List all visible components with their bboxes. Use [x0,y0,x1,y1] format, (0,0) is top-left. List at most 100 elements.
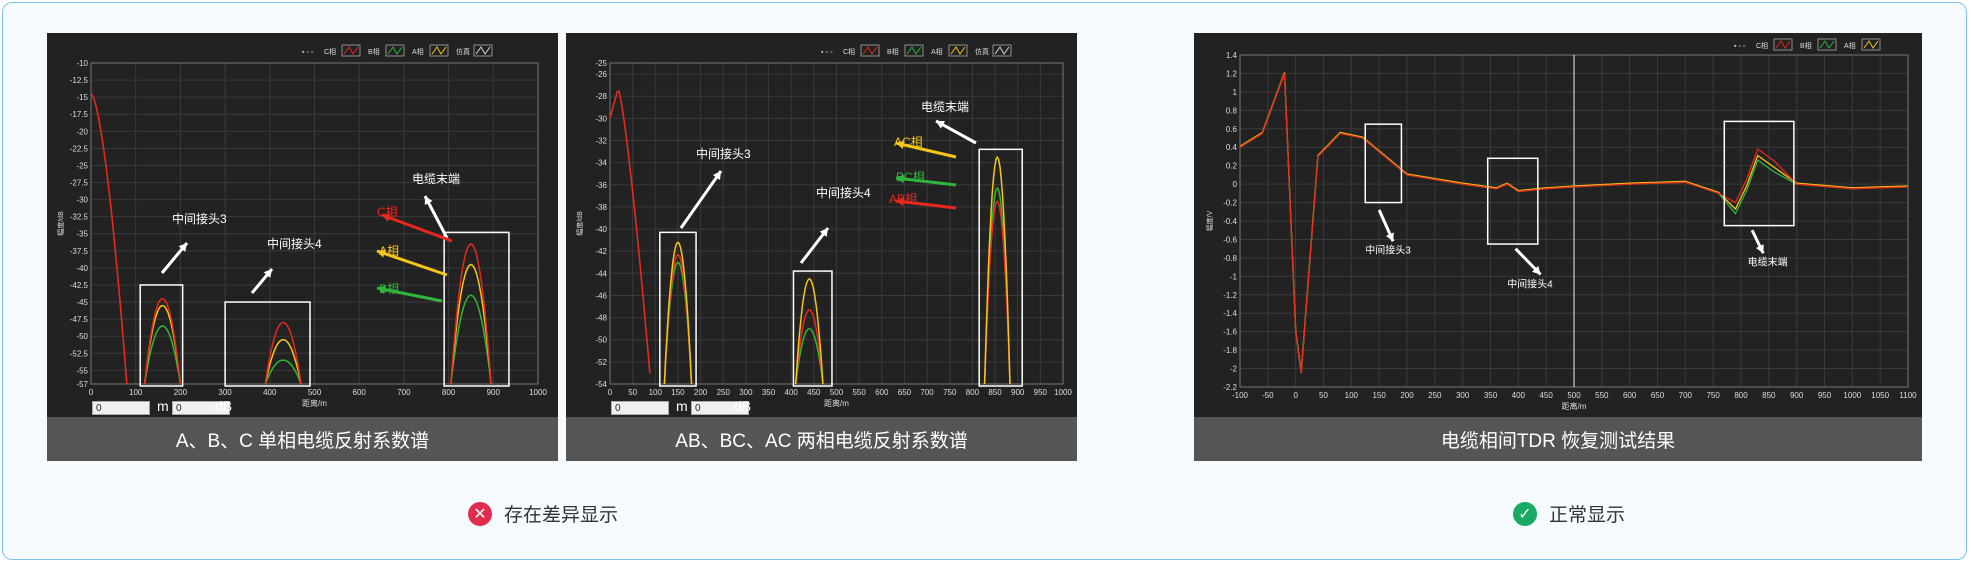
y-tick-label: -55 [76,366,88,375]
y-tick-label: -1.4 [1223,309,1237,318]
annotation-label: 电缆末端 [1748,255,1788,268]
y-tick-label: -37.5 [70,247,89,256]
y-tick-label: -20 [76,127,88,136]
x-tick-label: -100 [1232,391,1249,400]
x-tick-label: 950 [1818,391,1832,400]
y-tick-label: -0.4 [1223,217,1237,226]
x-tick-label: 350 [762,388,776,397]
x-tick-label: 800 [966,388,980,397]
x-tick-label: 600 [353,388,367,397]
distance-input[interactable]: 0 [611,401,669,415]
x-tick-label: 700 [397,388,411,397]
series-decay [609,90,651,374]
x-tick-label: 350 [1484,391,1498,400]
x-tick-label: 300 [1456,391,1470,400]
y-tick-label: -54 [595,380,607,389]
y-tick-label: -1.2 [1223,291,1237,300]
y-tick-label: -26 [595,70,607,79]
annotation-label: A相 [379,244,399,258]
annotation-label: AC相 [894,135,923,149]
annotation-label: C相 [377,205,398,219]
y-tick-label: -44 [595,269,607,278]
x-tick-label: 100 [649,388,663,397]
caption-tdr: 电缆相间TDR 恢复测试结果 [1194,417,1922,461]
x-tick-label: 900 [1790,391,1804,400]
legend-line [431,46,447,55]
legend-dots: ▪ ▫ ▫ [1734,43,1745,50]
y-tick-label: -2 [1230,365,1238,374]
x-tick-label: 250 [717,388,731,397]
legend-label: B相 [1800,41,1812,50]
y-tick-label: 1.4 [1226,51,1238,60]
chart-panel-two-phase: 0 50 100 150 200 250 300 350 400 450 500 550 600 650 7… [566,33,1077,417]
x-tick-label: 150 [1372,391,1386,400]
legend-line [343,46,359,55]
annotation-label: 中间接头4 [267,236,322,251]
y-tick-label: -35 [76,230,88,239]
y-tick-label: -22.5 [70,144,89,153]
x-tick-label: 750 [943,388,957,397]
series-peak-B [143,325,182,385]
x-tick-label: 200 [1400,391,1414,400]
x-tick-label: 700 [1679,391,1693,400]
y-tick-label: 1.2 [1226,69,1238,78]
y-axis-label: 幅度/V [1205,210,1214,231]
annotation-label: 电缆末端 [921,100,969,114]
y-tick-label: -17.5 [70,110,89,119]
y-tick-label: -40 [595,225,607,234]
highlight-box [1486,157,1539,245]
chart-panel-single-phase: 0 100 200 300 400 500 600 700 800 900 1000 -10 -12.5… [47,33,558,417]
y-tick-label: -28 [595,92,607,101]
status-good-label: 正常显示 [1549,505,1626,526]
x-tick-label: 950 [1034,388,1048,397]
x-tick-label: 900 [1011,388,1025,397]
legend-label: A相 [931,47,943,56]
y-tick-label: -50 [595,336,607,345]
y-tick-label: -25 [595,59,607,68]
annotation-label: AB相 [889,192,917,206]
check-circle-icon: ✓ [1513,501,1537,526]
status-bad: ✕ 存在差异显示 [468,500,618,527]
distance-input[interactable]: 0 [92,401,150,415]
x-tick-label: -50 [1262,391,1274,400]
legend-line [387,46,403,55]
annotation-label: 中间接头3 [1365,243,1411,256]
annotation-label: BC相 [896,170,925,184]
y-tick-label: -52 [595,358,607,367]
legend-label: A相 [412,47,424,56]
legend-line [475,46,491,55]
y-tick-label: -25 [76,161,88,170]
series-peak-C [143,297,182,385]
status-good: ✓ 正常显示 [1513,500,1625,527]
x-tick-label: 100 [129,388,143,397]
y-tick-label: -30 [76,196,88,205]
y-tick-label: -52.5 [70,349,89,358]
x-tick-label: 50 [628,388,637,397]
series-decay [90,93,128,385]
x-axis-label: 距离/m [824,398,849,408]
x-tick-label: 0 [89,388,94,397]
y-tick-label: -30 [595,114,607,123]
annotation-label: B相 [379,282,399,296]
y-tick-label: -32 [595,136,607,145]
x-tick-label: 400 [785,388,799,397]
x-tick-label: 500 [830,388,844,397]
legend-label: 仿真 [975,47,989,56]
chart-tdr: -100 -50 0 50 100 150 200 250 300 350 400 450 500 550… [1205,38,1917,411]
chart-single-phase: 0 100 200 300 400 500 600 700 800 900 1000 -10 -12.5… [56,44,547,408]
x-tick-label: 1000 [1843,391,1861,400]
y-tick-label: -40 [76,264,88,273]
x-tick-label: 200 [174,388,188,397]
x-tick-label: 850 [988,388,1002,397]
y-tick-label: -45 [76,298,88,307]
legend-label: B相 [368,47,380,56]
x-tick-label: 600 [875,388,889,397]
annotation-label: 中间接头3 [172,211,227,226]
x-tick-label: 400 [1512,391,1526,400]
x-tick-label: 50 [1319,391,1328,400]
y-tick-label: -57 [76,380,88,389]
legend-label: 仿真 [456,47,470,56]
legend-line [906,46,922,55]
x-axis-label: 距离/m [1562,401,1587,411]
chart-two-phase: 0 50 100 150 200 250 300 350 400 450 500 550 600 650 7… [575,44,1072,408]
